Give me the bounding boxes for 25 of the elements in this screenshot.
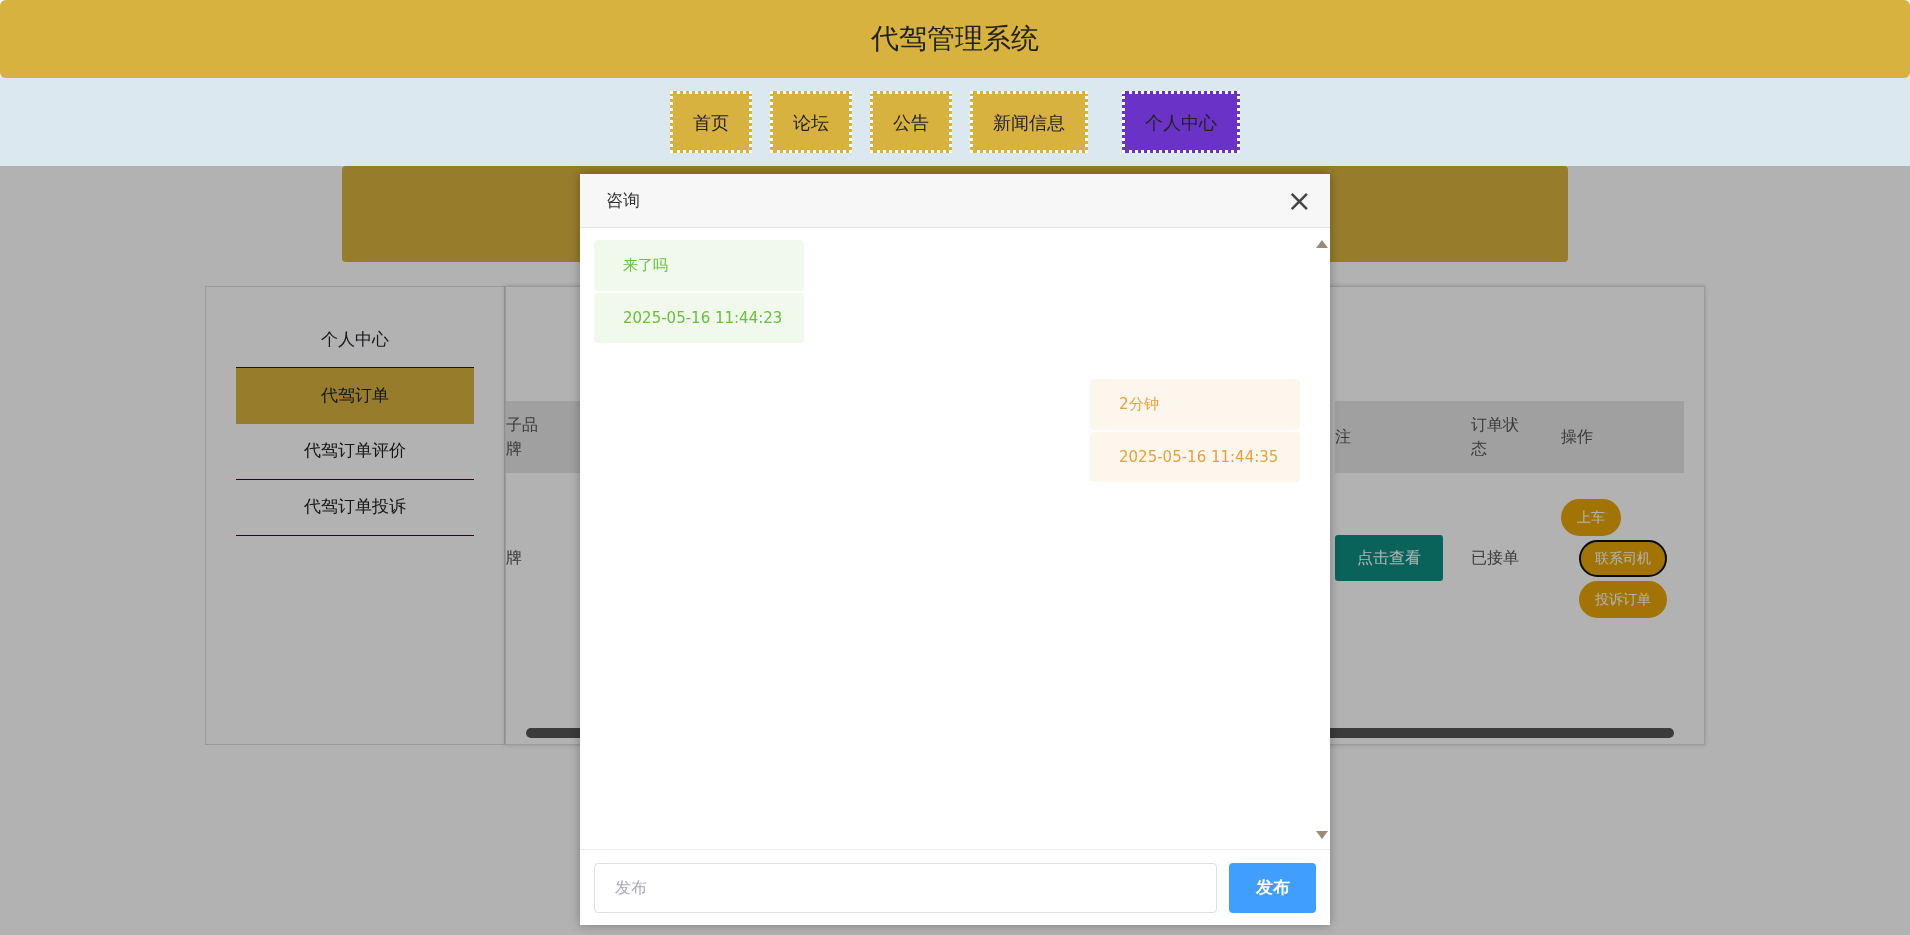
scroll-up-icon[interactable] [1316,240,1328,248]
message-input[interactable]: 发布 [594,862,1217,913]
message-time: 2025-05-16 11:44:35 [1090,431,1300,482]
column-header: 注 [1335,427,1351,446]
column-header: 操作 [1561,427,1593,446]
page-title: 代驾管理系统 [871,21,1039,57]
nav-tab[interactable]: 新闻信息 [970,91,1088,153]
message-time: 2025-05-16 11:44:23 [594,292,804,343]
sidebar-item[interactable]: 代驾订单投诉 [236,479,474,536]
status-cell: 已接单 [1471,548,1519,567]
close-button[interactable]: × [1282,185,1316,216]
dialog-title: 咨询 [606,188,640,212]
column-header: 子品牌 [506,414,539,460]
sidebar-title: 个人中心 [236,317,474,368]
message-text: 来了吗 [594,240,804,291]
message-text: 2分钟 [1090,379,1300,430]
column-header: 订单状态 [1471,414,1520,460]
table-cell-text: 牌 [506,547,523,569]
nav-tab[interactable]: 首页 [670,91,752,153]
view-button[interactable]: 点击查看 [1335,535,1443,581]
sidebar-item[interactable]: 代驾订单评价 [236,423,474,480]
nav-tab[interactable]: 公告 [870,91,952,153]
scroll-down-icon[interactable] [1316,831,1328,839]
nav-tab[interactable]: 论坛 [770,91,852,153]
sidebar-item[interactable]: 代驾订单 [236,367,474,424]
